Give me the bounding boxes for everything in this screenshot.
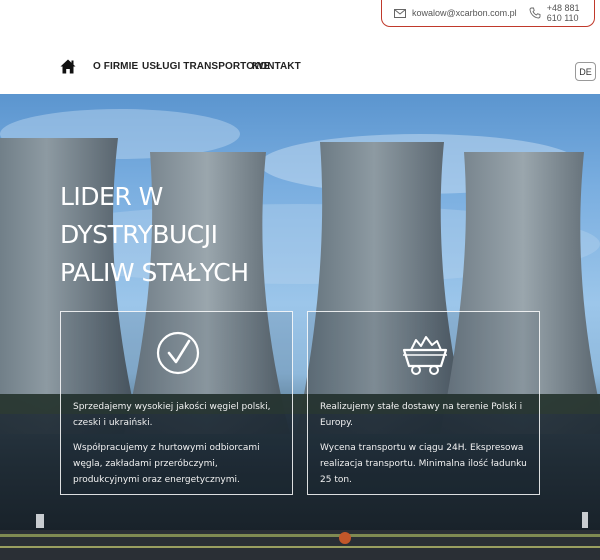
home-icon[interactable] [60,59,76,74]
language-switch-button[interactable]: DE [575,62,596,81]
phone-icon [529,7,541,19]
card-paragraph: Sprzedajemy wysokiej jakości węgiel pols… [73,402,271,428]
main-navigation: O FIRMIE USŁUGI TRANSPORTOWE KONTAKT [0,52,600,92]
envelope-icon [394,8,406,18]
nav-item-o-firmie[interactable]: O FIRMIE [93,61,138,72]
feature-card-transport: Realizujemy stałe dostawy na terenie Pol… [307,311,540,495]
hero-title-line: LIDER W [60,182,163,211]
card-text: Sprzedajemy wysokiej jakości węgiel pols… [73,399,285,497]
contact-email-link[interactable]: kowalow@xcarbon.com.pl [412,8,517,18]
checkmark-circle-icon [156,326,200,385]
card-paragraph: Współpracujemy z hurtowymi odbiorcami wę… [73,443,260,485]
hero-title: LIDER W DYSTRYBUCJI PALIW STAŁYCH [60,178,320,292]
coal-cart-icon [401,326,449,385]
hero-title-line: PALIW STAŁYCH [60,258,249,287]
card-text: Realizujemy stałe dostawy na terenie Pol… [320,399,532,497]
card-paragraph: Wycena transportu w ciągu 24H. Ekspresow… [320,443,527,485]
feature-card-sales: Sprzedajemy wysokiej jakości węgiel pols… [60,311,293,495]
contact-phone-link[interactable]: +48 881 610 110 [547,3,594,23]
hero-title-line: DYSTRYBUCJI [60,220,218,249]
hero-section: LIDER W DYSTRYBUCJI PALIW STAŁYCH Sprzed… [0,94,600,560]
contact-bar: kowalow@xcarbon.com.pl +48 881 610 110 [381,0,595,27]
nav-item-kontakt[interactable]: KONTAKT [252,61,301,72]
card-paragraph: Realizujemy stałe dostawy na terenie Pol… [320,402,523,428]
